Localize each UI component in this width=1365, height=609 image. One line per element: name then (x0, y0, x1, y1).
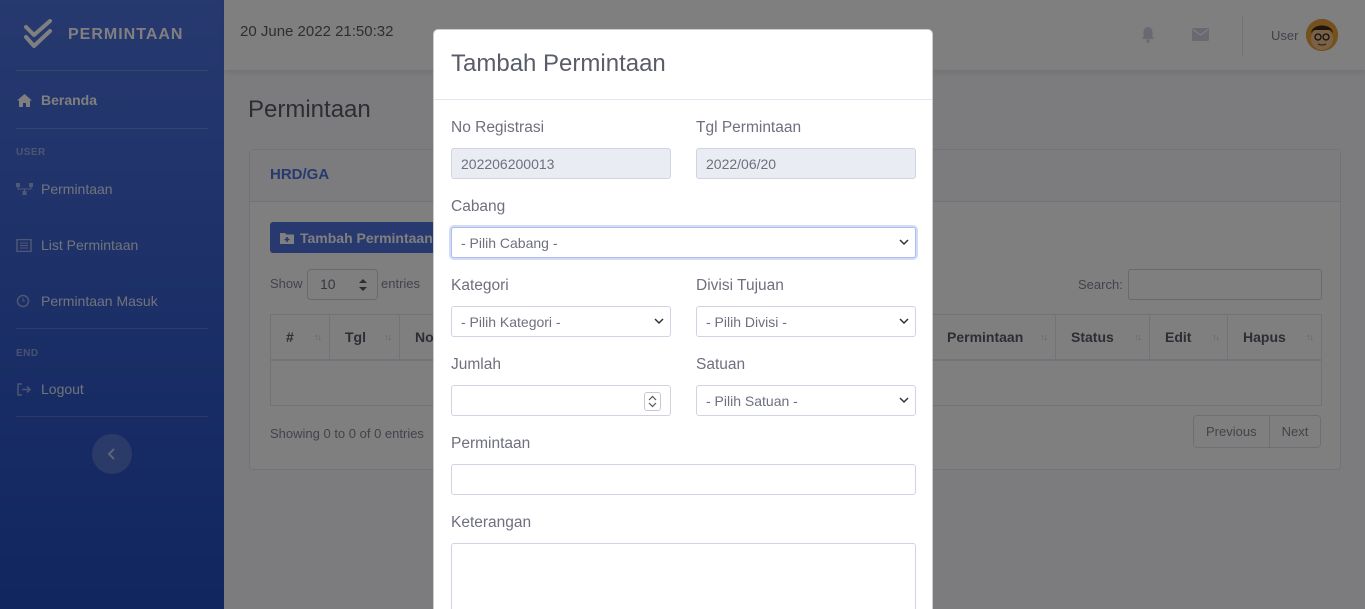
number-stepper[interactable] (644, 392, 661, 411)
divisi-select[interactable]: - Pilih Divisi - (696, 306, 916, 337)
chevron-down-icon (654, 318, 664, 325)
divisi-selected-value: - Pilih Divisi - (706, 314, 787, 330)
tgl-permintaan-label: Tgl Permintaan (696, 119, 802, 136)
chevron-down-icon (899, 318, 909, 325)
cabang-selected-value: - Pilih Cabang - (461, 235, 558, 251)
kategori-selected-value: - Pilih Kategori - (461, 314, 561, 330)
kategori-select[interactable]: - Pilih Kategori - (451, 306, 671, 337)
jumlah-input[interactable] (451, 385, 671, 416)
cabang-label: Cabang (451, 198, 506, 215)
kategori-label: Kategori (451, 277, 509, 294)
chevron-down-icon (899, 239, 909, 246)
satuan-label: Satuan (696, 356, 746, 373)
no-registrasi-label: No Registrasi (451, 119, 545, 136)
modal-title: Tambah Permintaan (434, 30, 932, 100)
permintaan-input[interactable] (451, 464, 916, 495)
keterangan-textarea[interactable] (451, 543, 916, 609)
divisi-tujuan-label: Divisi Tujuan (696, 277, 784, 294)
no-registrasi-field: 202206200013 (451, 148, 671, 179)
permintaan-label: Permintaan (451, 435, 531, 452)
cabang-select[interactable]: - Pilih Cabang - (451, 227, 916, 258)
jumlah-label: Jumlah (451, 356, 501, 373)
tgl-permintaan-field: 2022/06/20 (696, 148, 916, 179)
satuan-select[interactable]: - Pilih Satuan - (696, 385, 916, 416)
satuan-selected-value: - Pilih Satuan - (706, 393, 798, 409)
stepper-arrows-icon (648, 395, 657, 408)
tambah-permintaan-modal: Tambah Permintaan No Registrasi 20220620… (433, 29, 933, 609)
keterangan-label: Keterangan (451, 514, 532, 531)
chevron-down-icon (899, 397, 909, 404)
